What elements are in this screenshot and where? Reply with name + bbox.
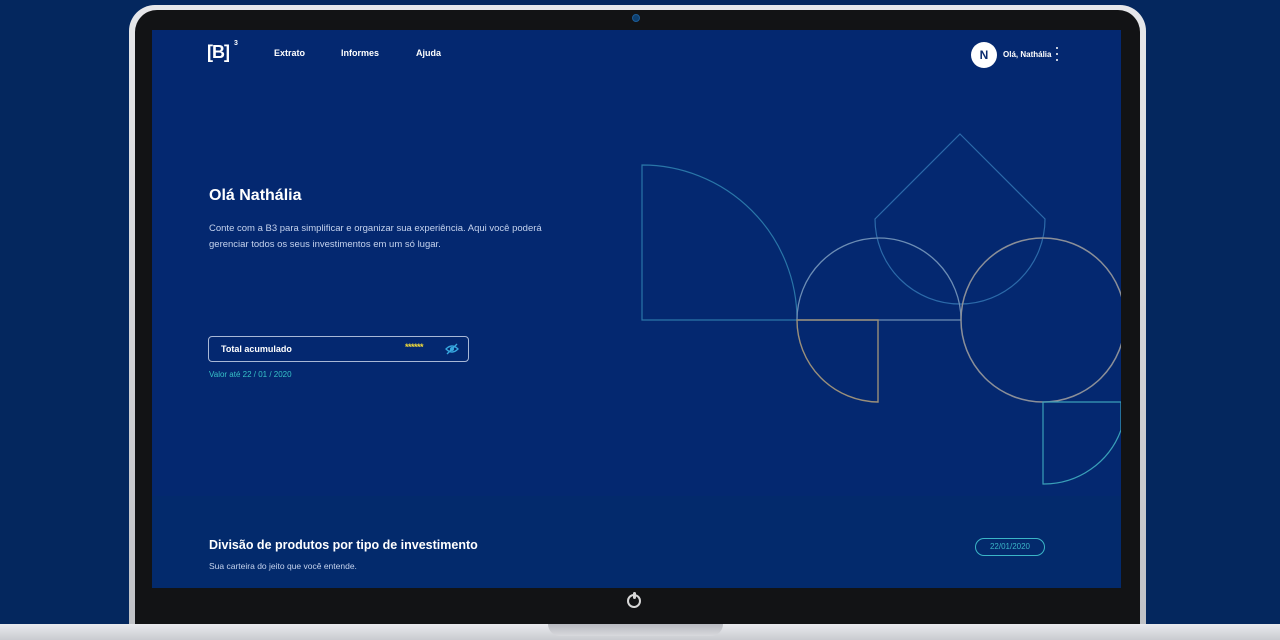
intro-text: Conte com a B3 para simplificar e organi… (209, 223, 542, 250)
avatar[interactable]: N (971, 42, 997, 68)
total-accumulated-field[interactable]: Total acumulado ****** (208, 336, 469, 362)
app-screen: [B] 3 Extrato Informes Ajuda N Olá, Nath… (152, 30, 1121, 588)
decorative-geometry (641, 133, 1121, 485)
section-subtitle: Sua carteira do jeito que você entende. (209, 561, 357, 571)
hero-section: [B] 3 Extrato Informes Ajuda N Olá, Nath… (152, 30, 1121, 496)
section-title: Divisão de produtos por tipo de investim… (209, 538, 478, 552)
date-badge[interactable]: 22/01/2020 (975, 538, 1045, 556)
nav-item-ajuda[interactable]: Ajuda (416, 48, 441, 58)
nav-item-extrato[interactable]: Extrato (274, 48, 305, 58)
laptop-base-notch (548, 624, 723, 636)
top-navbar: [B] 3 Extrato Informes Ajuda N Olá, Nath… (152, 30, 1121, 78)
total-label: Total acumulado (221, 344, 292, 354)
user-greeting[interactable]: Olá, Nathália (1003, 50, 1051, 59)
total-masked-value: ****** (405, 342, 424, 352)
kebab-menu-icon[interactable] (1055, 47, 1058, 61)
nav-item-informes[interactable]: Informes (341, 48, 379, 58)
valor-date-label: Valor até 22 / 01 / 2020 (209, 370, 292, 379)
b3-logo-superscript: 3 (234, 40, 238, 47)
page-title: Olá Nathália (209, 187, 302, 204)
eye-slash-icon[interactable] (445, 343, 459, 355)
b3-logo[interactable]: [B] (207, 42, 230, 63)
power-icon (627, 592, 641, 608)
stage: [B] 3 Extrato Informes Ajuda N Olá, Nath… (0, 0, 1280, 640)
camera-icon (632, 14, 640, 22)
